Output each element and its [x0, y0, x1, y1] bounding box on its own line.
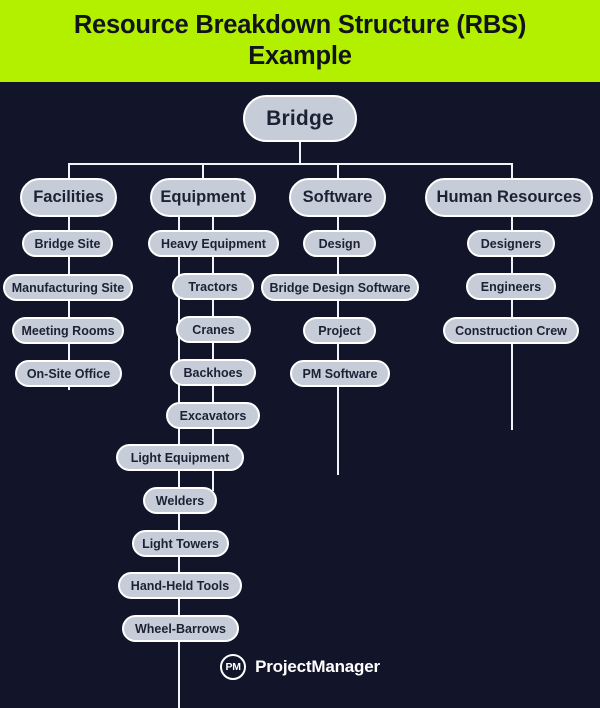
- rbs-tree-diagram: Bridge Facilities Equipment Software Hum…: [0, 82, 600, 708]
- node-project-label: Project: [318, 323, 361, 338]
- node-tractors[interactable]: Tractors: [172, 273, 254, 300]
- node-design-label: Design: [318, 236, 361, 251]
- node-bridge[interactable]: Bridge: [243, 95, 357, 142]
- node-pm-software-label: PM Software: [302, 366, 378, 381]
- pm-badge-label: PM: [225, 660, 241, 673]
- node-bridge-design-software[interactable]: Bridge Design Software: [261, 274, 419, 301]
- node-welders[interactable]: Welders: [143, 487, 217, 514]
- node-engineers-label: Engineers: [480, 279, 542, 294]
- node-designers[interactable]: Designers: [467, 230, 555, 257]
- node-facilities[interactable]: Facilities: [20, 178, 117, 217]
- node-human-resources[interactable]: Human Resources: [425, 178, 593, 217]
- node-software-label: Software: [302, 188, 373, 206]
- node-bridge-design-software-label: Bridge Design Software: [269, 280, 411, 295]
- node-welders-label: Welders: [155, 493, 205, 508]
- node-hand-held-tools[interactable]: Hand-Held Tools: [118, 572, 242, 599]
- node-backhoes-label: Backhoes: [183, 365, 243, 380]
- node-project[interactable]: Project: [303, 317, 376, 344]
- node-on-site-office[interactable]: On-Site Office: [15, 360, 122, 387]
- node-cranes-label: Cranes: [192, 322, 235, 337]
- node-equipment-label: Equipment: [160, 188, 246, 206]
- projectmanager-logo-icon: PM: [220, 653, 247, 680]
- node-heavy-equipment-label: Heavy Equipment: [161, 236, 266, 251]
- node-light-equipment[interactable]: Light Equipment: [116, 444, 244, 471]
- node-light-equipment-label: Light Equipment: [130, 450, 230, 465]
- node-design[interactable]: Design: [303, 230, 376, 257]
- node-wheel-barrows[interactable]: Wheel-Barrows: [122, 615, 239, 642]
- node-on-site-office-label: On-Site Office: [26, 366, 111, 381]
- brand-name: ProjectManager: [255, 656, 380, 676]
- node-meeting-rooms-label: Meeting Rooms: [21, 323, 115, 338]
- node-manufacturing-site-label: Manufacturing Site: [11, 280, 125, 295]
- connector-level1-bus: [68, 163, 512, 165]
- node-light-towers-label: Light Towers: [142, 536, 219, 551]
- node-excavators[interactable]: Excavators: [166, 402, 260, 429]
- node-bridge-site[interactable]: Bridge Site: [22, 230, 113, 257]
- node-equipment[interactable]: Equipment: [150, 178, 256, 217]
- node-bridge-site-label: Bridge Site: [34, 236, 101, 251]
- node-manufacturing-site[interactable]: Manufacturing Site: [3, 274, 133, 301]
- node-construction-crew-label: Construction Crew: [455, 323, 567, 338]
- footer-brand: PM ProjectManager: [0, 642, 600, 691]
- node-meeting-rooms[interactable]: Meeting Rooms: [12, 317, 124, 344]
- node-wheel-barrows-label: Wheel-Barrows: [135, 621, 226, 636]
- node-construction-crew[interactable]: Construction Crew: [443, 317, 579, 344]
- node-excavators-label: Excavators: [179, 408, 247, 423]
- node-bridge-label: Bridge: [266, 106, 334, 130]
- node-tractors-label: Tractors: [188, 279, 238, 294]
- page-title: Resource Breakdown Structure (RBS) Examp…: [73, 10, 527, 70]
- node-hand-held-tools-label: Hand-Held Tools: [130, 578, 230, 593]
- node-facilities-label: Facilities: [33, 188, 104, 206]
- node-software[interactable]: Software: [289, 178, 386, 217]
- node-engineers[interactable]: Engineers: [466, 273, 556, 300]
- node-backhoes[interactable]: Backhoes: [170, 359, 256, 386]
- node-human-resources-label: Human Resources: [436, 188, 582, 206]
- node-heavy-equipment[interactable]: Heavy Equipment: [148, 230, 279, 257]
- node-cranes[interactable]: Cranes: [176, 316, 251, 343]
- node-light-towers[interactable]: Light Towers: [132, 530, 229, 557]
- node-designers-label: Designers: [480, 236, 542, 251]
- node-pm-software[interactable]: PM Software: [290, 360, 390, 387]
- page-header: Resource Breakdown Structure (RBS) Examp…: [0, 0, 600, 82]
- connector-root-down: [299, 139, 301, 165]
